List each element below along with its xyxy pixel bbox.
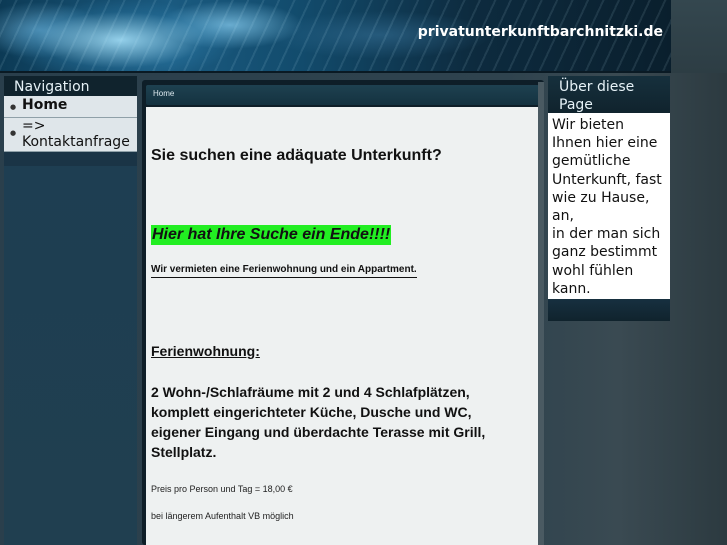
breadcrumb-home[interactable]: Home <box>153 89 174 98</box>
right-text-line: kann. <box>552 280 591 297</box>
header-banner: privatunterkunftbarchnitzki.de <box>0 0 671 73</box>
nav-kontakt-arrow: => <box>22 118 46 134</box>
right-text-line: ganz bestimmt <box>552 244 658 261</box>
description: 2 Wohn-/Schlafräume mit 2 und 4 Schlafpl… <box>151 382 531 462</box>
nav-item-kontaktanfrage[interactable]: ● => Kontaktanfrage <box>4 118 137 152</box>
header-side-panel <box>671 0 727 73</box>
section-title: Ferienwohnung: <box>151 343 260 359</box>
right-heading-line: Über diese <box>559 79 635 95</box>
price-text: Preis pro Person und Tag = 18,00 € <box>151 484 293 494</box>
right-panel-body: Wir bieten Ihnen hier eine gemütliche Un… <box>548 113 670 299</box>
description-line: Stellplatz. <box>151 444 217 460</box>
highlight-banner: Hier hat Ihre Suche ein Ende!!!! <box>151 225 392 245</box>
right-text-line: an, <box>552 208 574 225</box>
right-text-line: in der man sich <box>552 226 661 243</box>
right-text-line: Ihnen hier eine <box>552 135 658 152</box>
bullet-icon: ● <box>9 129 17 137</box>
nav-item-home-label: Home <box>22 97 68 113</box>
main-content-frame: Home Sie suchen eine adäquate Unterkunft… <box>142 80 544 545</box>
right-text-line: wie zu Hause, <box>552 189 650 206</box>
navigation-heading: Navigation <box>4 76 137 96</box>
navigation-sidebar: Navigation ● Home ● => Kontaktanfrage <box>4 76 137 545</box>
description-line: eigener Eingang und überdachte Terasse m… <box>151 424 486 440</box>
nav-spacer <box>4 152 137 166</box>
site-title[interactable]: privatunterkunftbarchnitzki.de <box>418 24 663 40</box>
nav-item-home[interactable]: ● Home <box>4 96 137 118</box>
right-text-line: gemütliche <box>552 153 631 170</box>
description-line: 2 Wohn-/Schlafräume mit 2 und 4 Schlafpl… <box>151 384 470 400</box>
right-panel-footer <box>548 299 670 321</box>
content-area: Sie suchen eine adäquate Unterkunft? Hie… <box>146 107 539 545</box>
right-text-line: wohl fühlen <box>552 262 634 279</box>
right-heading-line: Page <box>559 97 593 113</box>
content-scroll-edge <box>538 82 544 545</box>
nav-kontakt-text: Kontaktanfrage <box>22 134 130 150</box>
nav-item-kontaktanfrage-label: => Kontaktanfrage <box>22 118 130 150</box>
right-panel-heading: Über diese Page <box>548 76 670 113</box>
right-info-panel: Über diese Page Wir bieten Ihnen hier ei… <box>548 76 670 321</box>
page-heading: Sie suchen eine adäquate Unterkunft? <box>151 147 442 164</box>
right-text-line: Wir bieten <box>552 117 624 133</box>
subheading: Wir vermieten eine Ferienwohnung und ein… <box>151 264 417 278</box>
long-stay-text: bei längerem Aufenthalt VB möglich <box>151 511 294 521</box>
breadcrumb: Home <box>146 85 539 105</box>
bullet-icon: ● <box>9 103 17 111</box>
right-text-line: Unterkunft, fast <box>552 171 662 188</box>
description-line: komplett eingerichteter Küche, Dusche un… <box>151 404 472 420</box>
